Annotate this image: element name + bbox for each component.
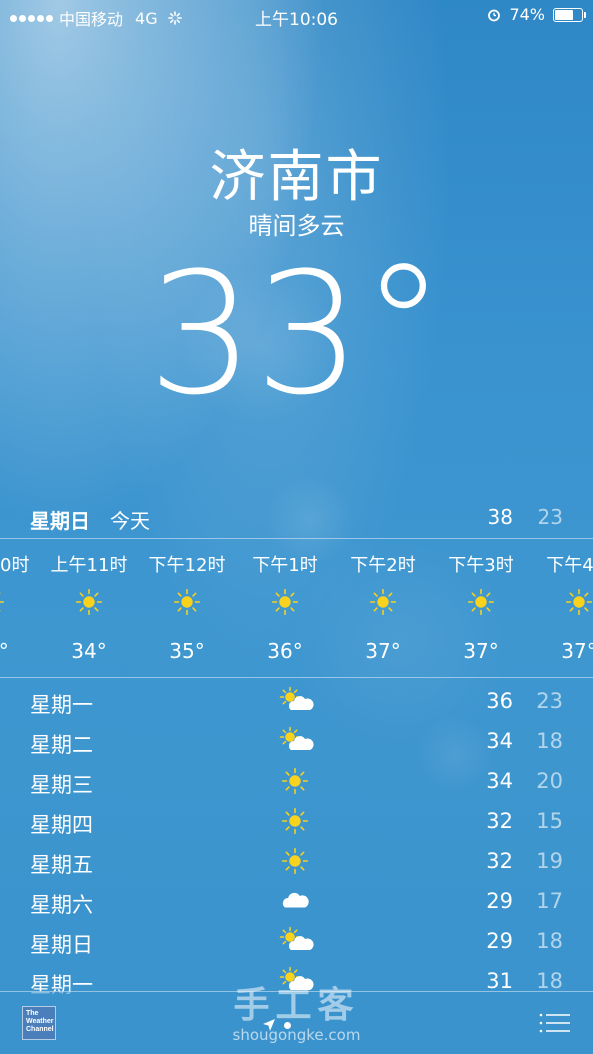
daily-forecast-row: 星期四 32 15 bbox=[0, 801, 593, 841]
daily-forecast-row: 星期一 36 23 bbox=[0, 681, 593, 721]
daily-forecast-row: 星期二 34 18 bbox=[0, 721, 593, 761]
daily-forecast-row: 星期六 29 17 bbox=[0, 881, 593, 921]
hour-temperature: 35° bbox=[169, 639, 205, 663]
hour-label: 下午1时 bbox=[252, 555, 318, 576]
day-high-temp: 29 bbox=[486, 889, 513, 913]
daily-forecast-row: 星期三 34 20 bbox=[0, 761, 593, 801]
day-high-temp: 32 bbox=[486, 809, 513, 833]
alarm-icon bbox=[488, 9, 501, 21]
sun-icon bbox=[468, 589, 494, 615]
day-low-temp: 17 bbox=[536, 889, 563, 913]
battery-icon bbox=[553, 7, 586, 22]
battery-percentage: 74% bbox=[509, 5, 545, 24]
sun-icon bbox=[174, 589, 200, 615]
status-right: 74% bbox=[487, 5, 586, 24]
hour-temperature: 36° bbox=[267, 639, 303, 663]
partly-cloudy-icon bbox=[278, 686, 316, 716]
today-label: 今天 bbox=[110, 509, 150, 533]
daily-forecast-row: 星期五 32 19 bbox=[0, 841, 593, 881]
day-name: 星期五 bbox=[30, 853, 93, 877]
daily-forecast-list[interactable]: 星期一 36 23 星期二 34 18 星期三 34 20 星期四 32 15 星期五 32 19 星期六 29… bbox=[0, 681, 593, 1001]
hourly-forecast-item: 上午10时 33° bbox=[0, 539, 40, 677]
day-low-temp: 18 bbox=[536, 929, 563, 953]
day-low-temp: 23 bbox=[536, 689, 563, 713]
hourly-forecast-item: 上午11时 34° bbox=[40, 539, 138, 677]
hour-temperature: 33° bbox=[0, 639, 40, 663]
hourly-forecast-item: 下午1时 36° bbox=[236, 539, 334, 677]
day-name: 星期日 bbox=[30, 933, 93, 957]
degree-symbol: ° bbox=[361, 228, 446, 424]
daily-forecast-row: 星期日 29 18 bbox=[0, 921, 593, 961]
city-name: 济南市 bbox=[209, 145, 384, 210]
sun-icon bbox=[76, 589, 102, 615]
day-low-temp: 15 bbox=[536, 809, 563, 833]
hour-label: 下午2时 bbox=[350, 555, 416, 576]
day-name: 星期一 bbox=[30, 693, 93, 717]
partly-cloudy-icon bbox=[278, 926, 316, 956]
hour-label: 下午4时 bbox=[546, 555, 593, 576]
watermark: 手工客 shougongke.com bbox=[0, 976, 593, 1044]
sun-icon bbox=[278, 766, 316, 796]
watermark-url: shougongke.com bbox=[232, 1026, 361, 1044]
watermark-logo-text: 手工客 bbox=[233, 985, 360, 1026]
day-low-temp: 20 bbox=[536, 769, 563, 793]
hourly-forecast-item: 下午12时 35° bbox=[138, 539, 236, 677]
sun-icon bbox=[278, 846, 316, 876]
hour-label: 上午10时 bbox=[0, 555, 30, 576]
day-name: 星期四 bbox=[30, 813, 93, 837]
day-low-temp: 19 bbox=[536, 849, 563, 873]
day-high-temp: 36 bbox=[486, 689, 513, 713]
status-bar: 中国移动 4G 上午10:06 74% bbox=[0, 0, 593, 32]
day-name: 星期三 bbox=[30, 773, 93, 797]
bottom-toolbar: The Weather Channel 手工客 shougongke.com bbox=[0, 985, 593, 1054]
day-high-temp: 34 bbox=[486, 729, 513, 753]
hour-temperature: 37° bbox=[365, 639, 401, 663]
cloud-icon bbox=[278, 886, 316, 916]
hour-label: 下午3时 bbox=[448, 555, 514, 576]
day-name: 星期二 bbox=[30, 733, 93, 757]
hour-label: 下午12时 bbox=[148, 555, 226, 576]
hour-temperature: 37° bbox=[561, 639, 593, 663]
hour-label: 上午11时 bbox=[50, 555, 128, 576]
hour-temperature: 34° bbox=[71, 639, 107, 663]
hourly-forecast-item: 下午2时 37° bbox=[334, 539, 432, 677]
sun-icon bbox=[370, 589, 396, 615]
day-name: 星期六 bbox=[30, 893, 93, 917]
today-low: 23 bbox=[537, 505, 563, 529]
current-temperature-value: 33 bbox=[147, 236, 362, 432]
hour-temperature: 37° bbox=[463, 639, 499, 663]
day-high-temp: 34 bbox=[486, 769, 513, 793]
today-high: 38 bbox=[487, 505, 513, 529]
today-summary-row: 星期日 今天 38 23 bbox=[0, 505, 593, 535]
hourly-forecast-strip[interactable]: 上午10时33°上午11时34°下午12时35°下午1时36°下午2时37°下午… bbox=[0, 538, 593, 678]
today-day-name: 星期日 bbox=[30, 509, 90, 533]
day-high-temp: 29 bbox=[486, 929, 513, 953]
day-high-temp: 32 bbox=[486, 849, 513, 873]
hourly-forecast-item: 下午4时 37° bbox=[530, 539, 593, 677]
current-temperature: 33° bbox=[0, 242, 593, 418]
sun-icon bbox=[566, 589, 592, 615]
sun-icon bbox=[0, 589, 4, 615]
day-low-temp: 18 bbox=[536, 729, 563, 753]
sun-icon bbox=[278, 806, 316, 836]
sun-icon bbox=[272, 589, 298, 615]
partly-cloudy-icon bbox=[278, 726, 316, 756]
hourly-forecast-item: 下午3时 37° bbox=[432, 539, 530, 677]
